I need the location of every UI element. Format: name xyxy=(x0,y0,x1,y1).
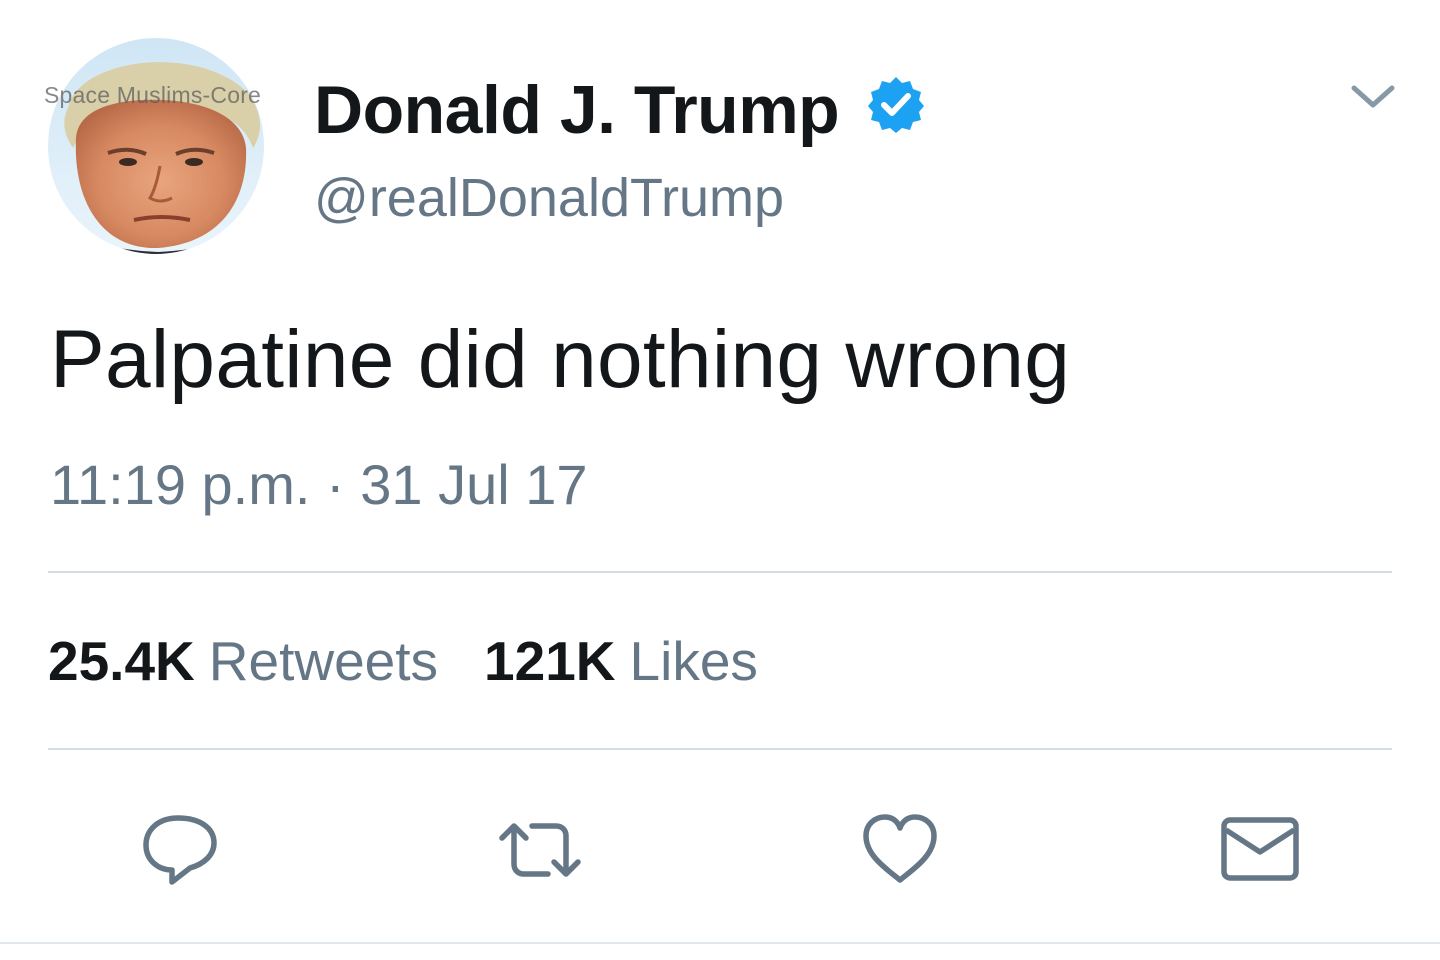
likes-stat[interactable]: 121K Likes xyxy=(484,628,758,694)
profile-photo-icon xyxy=(48,38,264,254)
chevron-down-icon[interactable] xyxy=(1348,78,1398,114)
retweets-stat[interactable]: 25.4K Retweets xyxy=(48,628,438,694)
envelope-icon xyxy=(1221,817,1299,881)
avatar[interactable] xyxy=(48,38,264,254)
divider xyxy=(0,942,1440,944)
direct-message-button[interactable] xyxy=(1218,808,1302,892)
retweet-arrows-icon xyxy=(499,823,581,877)
tweet-stats: 25.4K Retweets 121K Likes xyxy=(48,628,758,694)
divider xyxy=(48,748,1392,750)
user-handle[interactable]: @realDonaldTrump xyxy=(314,166,784,230)
likes-label: Likes xyxy=(629,630,758,692)
tweet-timestamp[interactable]: 11:19 p.m. · 31 Jul 17 xyxy=(50,452,588,518)
display-name[interactable]: Donald J. Trump xyxy=(314,70,840,150)
watermark: Space Muslims-Core xyxy=(44,82,262,108)
reply-button[interactable] xyxy=(138,808,222,892)
verified-badge-icon xyxy=(866,74,926,134)
retweet-button[interactable] xyxy=(498,808,582,892)
likes-count: 121K xyxy=(484,630,616,692)
like-button[interactable] xyxy=(858,808,942,892)
tweet-text: Palpatine did nothing wrong xyxy=(50,314,1071,405)
tweet-card: Space Muslims-Core Donald J. Trump @real… xyxy=(0,0,1440,960)
speech-bubble-icon xyxy=(143,815,217,885)
retweets-count: 25.4K xyxy=(48,630,195,692)
retweets-label: Retweets xyxy=(208,630,439,692)
divider xyxy=(48,571,1392,573)
heart-icon xyxy=(863,814,937,883)
